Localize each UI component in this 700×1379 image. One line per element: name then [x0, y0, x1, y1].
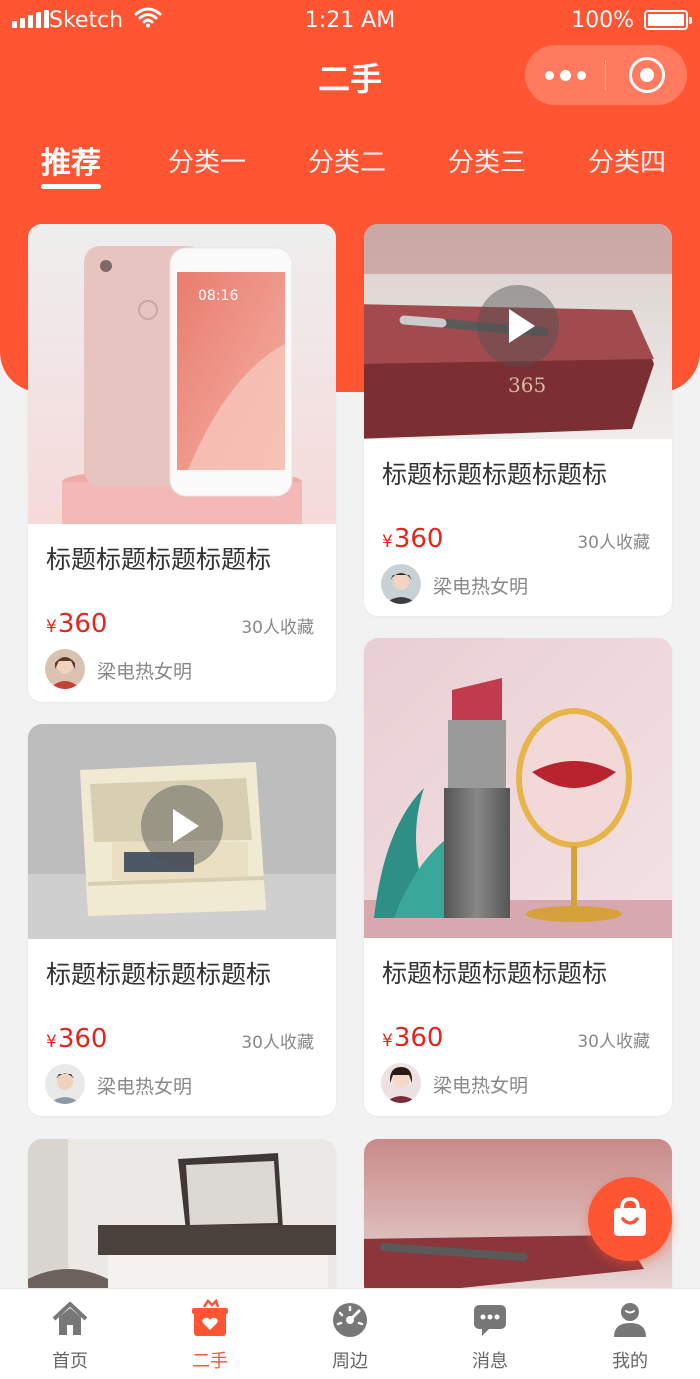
battery-icon	[644, 10, 692, 30]
tabbar-item-profile[interactable]: 我的	[560, 1289, 700, 1379]
secondhand-bag-icon	[192, 1299, 228, 1336]
author-name: 梁电热女明	[97, 661, 193, 683]
tabbar-item-nearby[interactable]: 周边	[280, 1289, 420, 1379]
battery-percentage: 100%	[571, 8, 634, 33]
tab-category-3[interactable]: 分类三	[448, 142, 526, 179]
more-options-button[interactable]	[525, 45, 605, 105]
product-card[interactable]	[28, 1139, 336, 1299]
product-image-dressing-table[interactable]	[28, 1139, 336, 1299]
avatar[interactable]	[381, 564, 421, 604]
tabbar-label: 二手	[192, 1351, 228, 1372]
tab-category-4[interactable]: 分类四	[588, 142, 666, 179]
tabbar-label: 周边	[332, 1351, 368, 1372]
product-card[interactable]: 08:16 标题标题标题标题标 ¥360 30人收藏 梁电热女明	[28, 224, 336, 702]
tab-active-indicator	[41, 184, 101, 189]
tab-recommended[interactable]: 推荐	[41, 138, 101, 182]
mini-program-capsule	[525, 45, 687, 105]
play-video-button[interactable]	[477, 285, 559, 367]
play-video-button[interactable]	[141, 785, 223, 867]
close-mini-program-button[interactable]	[629, 57, 665, 93]
capsule-divider	[605, 60, 606, 90]
product-title: 标题标题标题标题标	[46, 960, 272, 989]
author-name: 梁电热女明	[433, 576, 529, 598]
profile-icon	[614, 1303, 646, 1337]
product-image-lipstick-and-mirror[interactable]	[364, 638, 672, 938]
speedometer-icon	[333, 1303, 367, 1337]
product-price: ¥360	[382, 524, 444, 554]
tab-category-2[interactable]: 分类二	[308, 142, 386, 179]
product-image-red-notebook-365-with-pen[interactable]: 365	[364, 224, 672, 439]
author-name: 梁电热女明	[97, 1076, 193, 1098]
tabbar-item-home[interactable]: 首页	[0, 1289, 140, 1379]
avatar[interactable]	[45, 1064, 85, 1104]
shopping-cart-button[interactable]	[588, 1177, 672, 1261]
product-price: ¥360	[46, 1024, 108, 1054]
tabbar-label: 我的	[612, 1351, 648, 1372]
product-card[interactable]: 标题标题标题标题标 ¥360 30人收藏 梁电热女明	[364, 638, 672, 1116]
author-name: 梁电热女明	[433, 1075, 529, 1097]
favorite-count: 30人收藏	[241, 1033, 314, 1053]
status-bar: Sketch 1:21 AM 100%	[0, 0, 700, 44]
product-title: 标题标题标题标题标	[382, 460, 608, 489]
bottom-tab-bar: 首页 二手 周边 消息 我的	[0, 1288, 700, 1379]
product-image-white-wooden-nightstand[interactable]	[28, 724, 336, 939]
tabbar-label: 首页	[52, 1351, 88, 1372]
product-price: ¥360	[382, 1023, 444, 1053]
product-price: ¥360	[46, 609, 108, 639]
product-title: 标题标题标题标题标	[382, 959, 608, 988]
product-image-pink-smartphone[interactable]: 08:16	[28, 224, 336, 524]
product-card[interactable]: 标题标题标题标题标 ¥360 30人收藏 梁电热女明	[28, 724, 336, 1116]
product-card[interactable]: 365 标题标题标题标题标 ¥360 30人收藏 梁电热女明	[364, 224, 672, 616]
avatar[interactable]	[381, 1063, 421, 1103]
avatar[interactable]	[45, 649, 85, 689]
tabbar-item-secondhand[interactable]: 二手	[140, 1289, 280, 1379]
svg-text:365: 365	[508, 373, 546, 397]
tabbar-label: 消息	[472, 1351, 508, 1372]
product-title: 标题标题标题标题标	[46, 545, 272, 574]
shopping-bag-icon	[614, 1197, 646, 1236]
favorite-count: 30人收藏	[577, 533, 650, 553]
favorite-count: 30人收藏	[241, 618, 314, 638]
tabbar-item-messages[interactable]: 消息	[420, 1289, 560, 1379]
favorite-count: 30人收藏	[577, 1032, 650, 1052]
svg-text:08:16: 08:16	[198, 288, 238, 304]
message-icon	[474, 1305, 506, 1336]
home-icon	[52, 1302, 88, 1335]
tab-category-1[interactable]: 分类一	[168, 142, 246, 179]
